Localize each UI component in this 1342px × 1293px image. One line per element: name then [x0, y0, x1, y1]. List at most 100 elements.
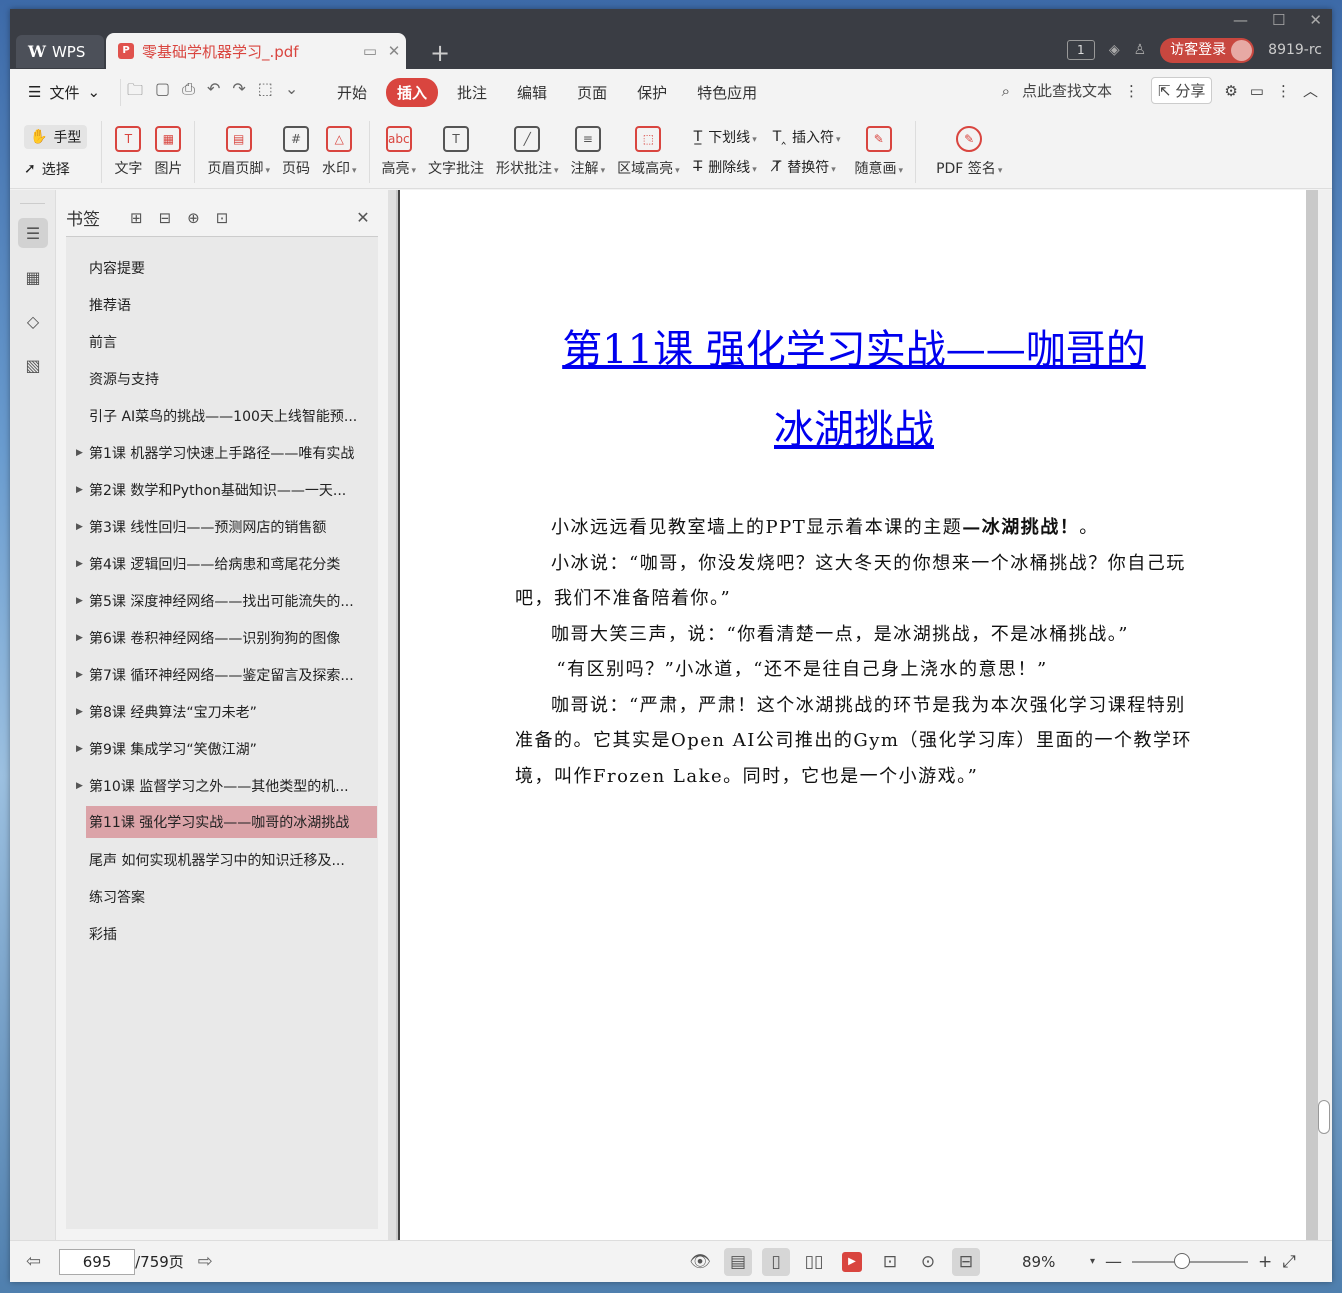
menu-start[interactable]: 开始	[326, 78, 378, 107]
print-icon[interactable]: ⎙	[182, 79, 195, 106]
more-vertical-icon[interactable]: ⋮	[1124, 82, 1139, 100]
collapse-ribbon-icon[interactable]: ︿	[1303, 80, 1318, 101]
bookmark-item[interactable]: ▶ 第6课 卷积神经网络——识别狗狗的图像	[66, 619, 378, 656]
search-text-button[interactable]: 点此查找文本	[1022, 80, 1112, 101]
bookmark-item[interactable]: 推荐语	[66, 286, 378, 323]
bookmark-item[interactable]: 前言	[66, 323, 378, 360]
close-tab-icon[interactable]: ✕	[382, 42, 406, 60]
menu-features[interactable]: 特色应用	[686, 78, 768, 107]
bookmark-item[interactable]: 内容提要	[66, 249, 378, 286]
bookmark-item[interactable]: ▶ 第8课 经典算法“宝刀未老”	[66, 693, 378, 730]
comment-icon[interactable]: ▭	[1250, 82, 1264, 100]
close-window-icon[interactable]: ✕	[1309, 11, 1322, 29]
bookmark-item[interactable]: ▶ 第3课 线性回归——预测网店的销售额	[66, 508, 378, 545]
settings-gear-icon[interactable]: ⚙	[1224, 82, 1237, 100]
bookmark-item[interactable]: 资源与支持	[66, 360, 378, 397]
bookmark-item[interactable]: ▶ 第4课 逻辑回归——给病患和鸢尾花分类	[66, 545, 378, 582]
text-annotation-button[interactable]: T 文字批注	[422, 121, 490, 183]
search-icon[interactable]: ⌕	[1002, 82, 1010, 100]
bookmark-item[interactable]: ▶ 第2课 数学和Python基础知识——一天...	[66, 471, 378, 508]
collapse-all-icon[interactable]: ⊟	[159, 209, 172, 227]
next-page-icon[interactable]: ⇨	[198, 1251, 213, 1272]
fullscreen-icon[interactable]: ⤢	[1282, 1252, 1296, 1272]
fit-page-icon[interactable]: ⊙	[914, 1248, 942, 1276]
chapter-title[interactable]: 第11课 强化学习实战——咖哥的 冰湖挑战	[400, 310, 1308, 470]
strikethrough-button[interactable]: T̶ 删除线	[694, 157, 757, 177]
highlight-button[interactable]: abc 高亮	[376, 121, 423, 183]
expand-arrow-icon[interactable]: ▶	[76, 485, 83, 495]
minimize-icon[interactable]: —	[1233, 11, 1248, 29]
share-button[interactable]: ⇱ 分享	[1150, 77, 1213, 104]
menu-edit[interactable]: 编辑	[506, 78, 558, 107]
expand-arrow-icon[interactable]: ▶	[76, 633, 83, 643]
attachment-image-icon[interactable]: ▧	[18, 350, 48, 380]
expand-all-icon[interactable]: ⊞	[130, 209, 143, 227]
pdf-sign-button[interactable]: ✎ PDF 签名	[922, 121, 1008, 183]
menu-insert[interactable]: 插入	[386, 77, 439, 107]
expand-arrow-icon[interactable]: ▶	[76, 781, 83, 791]
undo-icon[interactable]: ↶	[207, 79, 220, 106]
single-page-icon[interactable]: ▯	[762, 1247, 790, 1276]
prev-page-icon[interactable]: ⇦	[26, 1251, 41, 1272]
more-dropdown-icon[interactable]: ⌄	[285, 79, 298, 106]
expand-arrow-icon[interactable]: ▶	[76, 707, 83, 717]
zoom-slider[interactable]	[1132, 1252, 1249, 1269]
page-number-button[interactable]: # 页码	[276, 121, 316, 183]
more-options-icon[interactable]: ⋮	[1276, 82, 1291, 100]
expand-arrow-icon[interactable]: ▶	[76, 559, 83, 569]
close-panel-icon[interactable]: ✕	[348, 208, 378, 227]
window-count-badge[interactable]: 1	[1066, 40, 1095, 60]
skin-icon[interactable]: ◈	[1109, 42, 1120, 58]
zoom-in-icon[interactable]: +	[1258, 1252, 1272, 1272]
new-tab-plus-icon[interactable]: +	[430, 39, 450, 67]
zoom-level[interactable]: 89%	[1022, 1253, 1055, 1271]
thumbnail-image-icon[interactable]: ▦	[18, 262, 48, 292]
fit-width-icon[interactable]: ⊟	[952, 1247, 980, 1276]
document-tab[interactable]: P 零基础学机器学习_.pdf ▭ ✕	[106, 33, 406, 69]
maximize-icon[interactable]: ☐	[1272, 11, 1285, 29]
bookmark-item[interactable]: ▶ 第5课 深度神经网络——找出可能流失的...	[66, 582, 378, 619]
select-tool-button[interactable]: ➚ 选择	[24, 159, 87, 179]
bookmark-item[interactable]: 练习答案	[66, 878, 378, 915]
shirt-icon[interactable]: ♙	[1134, 42, 1147, 58]
file-menu[interactable]: ☰ 文件 ⌄	[10, 82, 120, 103]
continuous-view-icon[interactable]: ▤	[724, 1247, 752, 1276]
vertical-scrollbar[interactable]	[1318, 190, 1332, 1240]
menu-annotate[interactable]: 批注	[446, 78, 498, 107]
expand-arrow-icon[interactable]: ▶	[76, 448, 83, 458]
freehand-button[interactable]: ✎ 随意画	[849, 121, 910, 183]
panel-splitter[interactable]	[388, 190, 396, 1240]
replace-mark-button[interactable]: T̸ 替换符	[773, 157, 841, 177]
annotation-tag-icon[interactable]: ◇	[18, 306, 48, 336]
bookmark-item-active[interactable]: ▶第11课 强化学习实战——咖哥的冰湖挑战	[86, 806, 377, 838]
expand-arrow-icon[interactable]: ▶	[76, 670, 83, 680]
redo-icon[interactable]: ↷	[232, 79, 245, 106]
bookmark-item[interactable]: 彩插	[66, 915, 378, 952]
save-icon[interactable]: ▢	[155, 79, 170, 106]
open-folder-icon[interactable]: 🗀	[127, 79, 143, 106]
two-page-icon[interactable]: ▯▯	[800, 1248, 828, 1276]
actual-size-icon[interactable]: ⊡	[876, 1248, 904, 1276]
area-highlight-button[interactable]: ⬚ 区域高亮	[611, 121, 686, 183]
bookmark-item[interactable]: ▶ 第10课 监督学习之外——其他类型的机...	[66, 767, 378, 804]
play-slideshow-icon[interactable]: ▶	[838, 1248, 866, 1276]
tab-window-icon[interactable]: ▭	[358, 42, 382, 60]
expand-arrow-icon[interactable]: ▶	[76, 522, 83, 532]
bookmark-item[interactable]: ▶ 第9课 集成学习“笑傲江湖”	[66, 730, 378, 767]
expand-arrow-icon[interactable]: ▶	[76, 744, 83, 754]
export-icon[interactable]: ⬚	[258, 79, 273, 106]
guest-login-button[interactable]: 访客登录	[1160, 37, 1255, 63]
menu-page[interactable]: 页面	[566, 78, 618, 107]
bookmark-item[interactable]: 引子 AI菜鸟的挑战——100天上线智能预...	[66, 397, 378, 434]
scrollbar-thumb[interactable]	[1318, 1100, 1330, 1134]
bookmark-settings-icon[interactable]: ⊡	[216, 209, 229, 227]
bookmark-item[interactable]: 尾声 如何实现机器学习中的知识迁移及...	[66, 841, 378, 878]
insert-mark-button[interactable]: T‸ 插入符	[773, 127, 841, 147]
menu-protect[interactable]: 保护	[626, 78, 678, 107]
watermark-button[interactable]: △ 水印	[316, 121, 363, 183]
bookmark-item[interactable]: ▶ 第7课 循环神经网络——鉴定留言及探索...	[66, 656, 378, 693]
zoom-dropdown-icon[interactable]: ▾	[1090, 1256, 1095, 1267]
add-bookmark-icon[interactable]: ⊕	[187, 209, 200, 227]
header-footer-button[interactable]: ▤ 页眉页脚	[201, 121, 276, 183]
expand-arrow-icon[interactable]: ▶	[76, 596, 83, 606]
